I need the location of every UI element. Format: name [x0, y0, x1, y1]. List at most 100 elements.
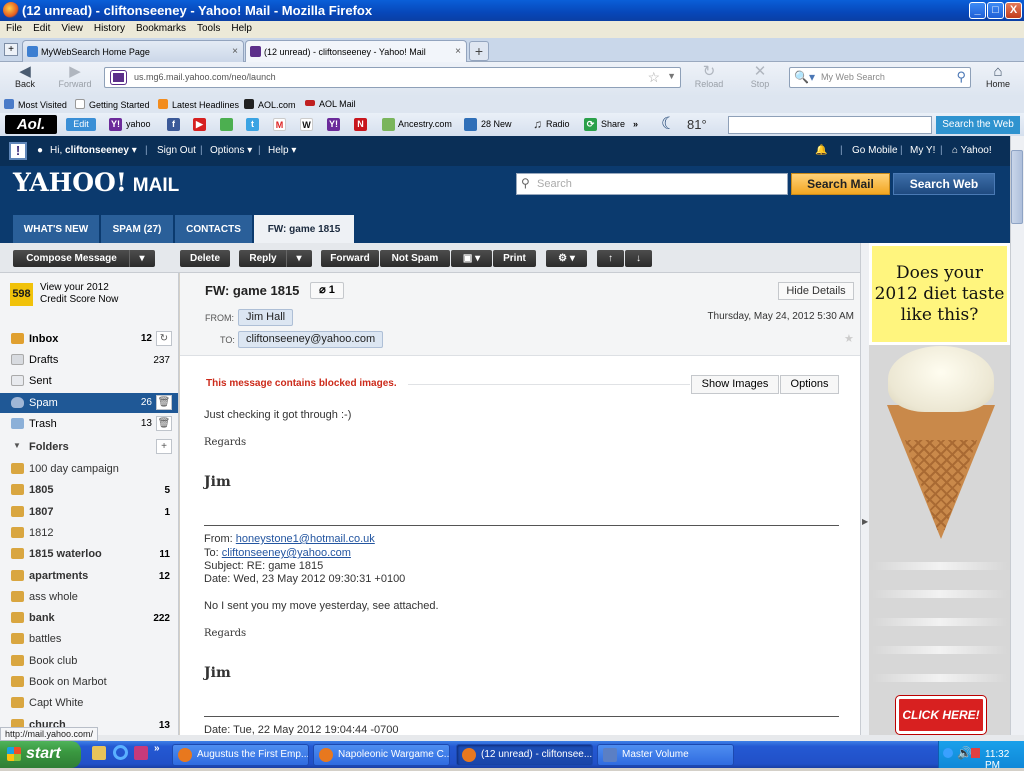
maximize-button[interactable]: □ — [987, 2, 1004, 19]
forward-from-email-link[interactable]: honeystone1@hotmail.co.uk — [236, 533, 375, 545]
share-link[interactable]: Share — [601, 119, 625, 129]
folder-item[interactable]: 1812 — [0, 523, 178, 543]
search-go-icon[interactable]: ⚲ — [956, 69, 966, 85]
folder-item[interactable]: Capt White — [0, 693, 178, 713]
print-button[interactable]: Print — [493, 250, 536, 267]
news-link[interactable]: 28 New — [481, 119, 512, 129]
gmail-icon[interactable]: M — [273, 118, 286, 131]
close-window-button[interactable]: X — [1005, 2, 1022, 19]
mailbox-drafts[interactable]: Drafts 237 — [0, 350, 178, 370]
back-button[interactable]: ◀ Back — [4, 64, 46, 89]
yahoo-mail-shortcut-icon[interactable]: Y! — [327, 118, 340, 131]
compose-message-button[interactable]: Compose Message ▾ — [13, 250, 155, 267]
speaker-icon[interactable]: 🔊 — [957, 746, 972, 760]
ad-collapse-handle[interactable]: ▶ — [860, 243, 869, 735]
trash-can-icon[interactable]: 🗑 — [156, 416, 172, 431]
flag-star-icon[interactable]: ★ — [844, 332, 854, 345]
search-the-web-button[interactable]: Search the Web — [936, 116, 1020, 134]
ancestry-icon[interactable] — [382, 118, 395, 131]
tab-whats-new[interactable]: WHAT'S NEW — [13, 215, 100, 243]
folder-item[interactable]: Book club — [0, 651, 178, 671]
taskbar-item-active[interactable]: (12 unread) - cliftonsee... — [456, 744, 593, 766]
collapse-triangle-icon[interactable]: ▼ — [13, 441, 21, 450]
bookmark-star-icon[interactable]: ☆ — [647, 69, 660, 86]
radio-link[interactable]: Radio — [546, 119, 570, 129]
tab-contacts[interactable]: CONTACTS — [175, 215, 253, 243]
tab-message[interactable]: FW: game 1815 — [254, 215, 355, 243]
chevron-down-icon[interactable]: ▾ — [130, 250, 154, 267]
reload-button[interactable]: ↻ Reload — [688, 64, 730, 89]
aol-logo[interactable]: Aol. — [5, 115, 57, 134]
notification-bell-icon[interactable]: 🔔 — [815, 145, 827, 156]
tab-yahoo-mail[interactable]: (12 unread) - cliftonseeney - Yahoo! Mai… — [245, 40, 467, 62]
wikipedia-icon[interactable]: W — [300, 118, 313, 131]
previous-message-button[interactable]: ↑ — [597, 250, 624, 267]
folders-header[interactable]: ▼ Folders + — [0, 437, 178, 457]
menu-history[interactable]: History — [88, 21, 130, 34]
options-menu[interactable]: Options ▾ — [210, 145, 252, 156]
attachment-count-button[interactable]: ⌀ 1 — [310, 282, 344, 299]
chevron-down-icon[interactable]: ▾ — [287, 250, 311, 267]
my-yahoo-link[interactable]: My Y! — [910, 145, 935, 156]
menu-tools[interactable]: Tools — [191, 21, 225, 34]
menu-file[interactable]: File — [0, 21, 27, 34]
settings-button[interactable]: ⚙ ▾ — [546, 250, 587, 267]
youtube-icon[interactable]: ▶ — [193, 118, 206, 131]
yahoo-icon[interactable]: Y! — [109, 118, 122, 131]
internet-explorer-icon[interactable] — [113, 745, 128, 760]
tray-network-icon[interactable] — [943, 748, 953, 758]
games-icon[interactable] — [220, 118, 233, 131]
yahoo-mail-logo[interactable]: YAHOO! MAIL — [13, 168, 179, 197]
message-options-button[interactable]: Options — [780, 375, 839, 394]
show-images-button[interactable]: Show Images — [691, 375, 779, 394]
mailbox-sent[interactable]: Sent — [0, 371, 178, 391]
folder-item[interactable]: 100 day campaign — [0, 459, 178, 479]
folder-item[interactable]: bank 222 — [0, 608, 178, 628]
scrollbar-thumb[interactable] — [1011, 150, 1023, 224]
refresh-icon[interactable]: ↻ — [156, 331, 172, 346]
menu-edit[interactable]: Edit — [27, 21, 55, 34]
mailbox-trash[interactable]: Trash 13 🗑 — [0, 414, 178, 434]
temperature[interactable]: 81° — [687, 117, 707, 132]
folder-item[interactable]: 1805 5 — [0, 480, 178, 500]
mailbox-spam[interactable]: Spam 26 🗑 — [0, 393, 178, 413]
aol-search-input[interactable] — [728, 116, 932, 134]
tray-alert-icon[interactable] — [971, 748, 980, 758]
folder-item[interactable]: apartments 12 — [0, 566, 178, 586]
sign-out-link[interactable]: Sign Out — [157, 145, 196, 156]
tab-list-icon[interactable]: + — [4, 43, 18, 56]
facebook-icon[interactable]: f — [167, 118, 180, 131]
menu-view[interactable]: View — [55, 21, 88, 34]
aol-edit-button[interactable]: Edit — [66, 118, 96, 131]
presence-dot-icon[interactable]: ● — [37, 145, 43, 156]
share-icon[interactable]: ⟳ — [584, 118, 597, 131]
tab-mywebsearch[interactable]: MyWebSearch Home Page × — [22, 40, 244, 62]
forward-button[interactable]: Forward — [321, 250, 379, 267]
search-web-button[interactable]: Search Web — [893, 173, 995, 195]
netflix-icon[interactable]: N — [354, 118, 367, 131]
yahoo-home-link[interactable]: ⌂ Yahoo! — [952, 145, 992, 156]
hide-details-button[interactable]: Hide Details — [778, 282, 854, 300]
new-tab-button[interactable]: + — [469, 41, 489, 61]
next-message-button[interactable]: ↓ — [625, 250, 652, 267]
news-icon[interactable] — [464, 118, 477, 131]
delete-button[interactable]: Delete — [180, 250, 230, 267]
menu-help[interactable]: Help — [225, 21, 257, 34]
search-mail-button[interactable]: Search Mail — [791, 173, 890, 195]
sender-chip[interactable]: Jim Hall — [238, 309, 294, 326]
start-button[interactable]: start — [0, 741, 81, 768]
bookmark-latest-headlines[interactable]: Latest Headlines — [158, 99, 239, 110]
help-menu[interactable]: Help ▾ — [268, 145, 296, 156]
folder-item[interactable]: battles — [0, 629, 178, 649]
forward-button[interactable]: ▶ Forward — [54, 64, 96, 89]
url-dropdown-icon[interactable]: ▼ — [667, 71, 676, 81]
not-spam-button[interactable]: Not Spam — [380, 250, 450, 267]
menu-bookmarks[interactable]: Bookmarks — [130, 21, 191, 34]
show-desktop-icon[interactable] — [92, 746, 106, 760]
quicklaunch-app-icon[interactable] — [134, 746, 148, 760]
folder-item[interactable]: Book on Marbot — [0, 672, 178, 692]
bookmark-getting-started[interactable]: Getting Started — [75, 99, 150, 110]
ad-click-here-button[interactable]: CLICK HERE! — [896, 696, 986, 734]
twitter-icon[interactable]: t — [246, 118, 259, 131]
recipient-chip[interactable]: cliftonseeney@yahoo.com — [238, 331, 384, 348]
